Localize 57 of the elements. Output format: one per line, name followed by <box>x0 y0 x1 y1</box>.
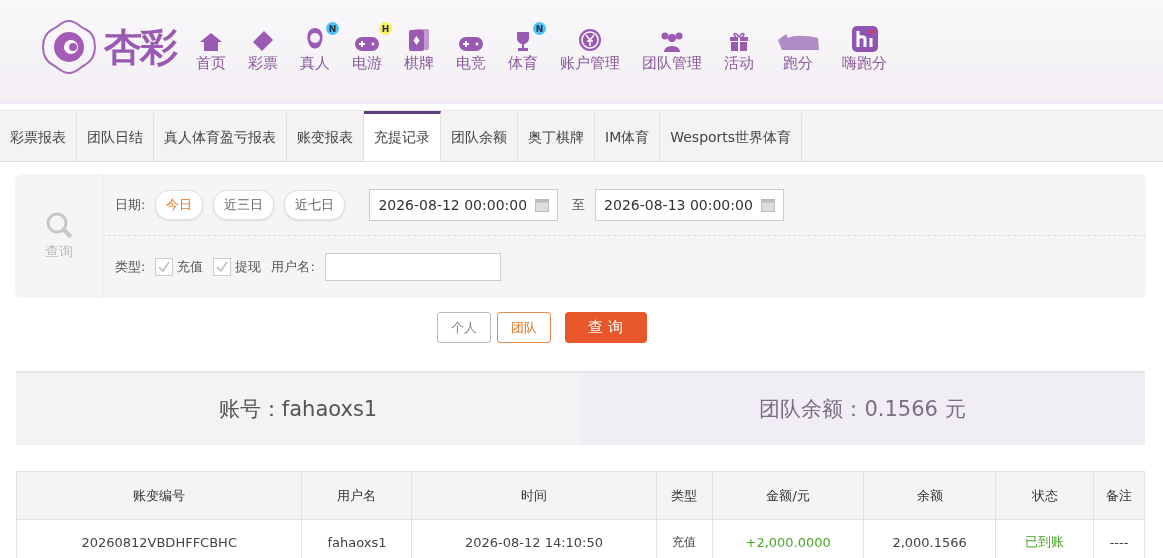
nav-item[interactable]: 跑分 <box>766 26 830 73</box>
nav-badge: H <box>379 22 392 35</box>
column-header: 时间 <box>412 471 656 520</box>
column-header: 账变编号 <box>16 471 302 520</box>
calendar-icon <box>760 197 775 212</box>
team-balance-text: 团队余额：0.1566 元 <box>759 396 966 423</box>
yen-coin-icon <box>578 28 602 52</box>
nav-badge: N <box>533 22 546 35</box>
nav-item[interactable]: 电竞 <box>446 26 496 73</box>
username-label: 用户名: <box>271 257 315 276</box>
report-tab[interactable]: 团队日结 <box>77 111 154 161</box>
checkbox-label: 提现 <box>235 257 262 276</box>
report-tab[interactable]: 充提记录 <box>364 111 441 161</box>
table-cell: 20260812VBDHFFCBHC <box>16 519 302 558</box>
nav-item[interactable]: 嗨跑分 <box>832 26 897 73</box>
group-icon <box>659 30 685 52</box>
column-header: 用户名 <box>301 471 412 520</box>
column-header: 备注 <box>1093 471 1145 520</box>
nav-item[interactable]: 活动 <box>714 26 764 73</box>
date-label: 日期: <box>115 195 146 214</box>
cards-icon <box>408 28 430 52</box>
scope-button[interactable]: 个人 <box>436 312 491 343</box>
hi-app-icon <box>851 26 878 52</box>
username-field[interactable] <box>324 252 501 281</box>
type-label: 类型: <box>115 257 146 276</box>
nav-item[interactable]: 棋牌 <box>394 26 444 73</box>
nav-item[interactable]: 账户管理 <box>550 26 630 73</box>
checkbox[interactable] <box>213 257 232 276</box>
nav-item[interactable]: 彩票 <box>238 26 288 73</box>
column-header: 金额/元 <box>712 471 864 520</box>
report-tab[interactable]: 团队余额 <box>441 111 518 161</box>
checkbox-label: 充值 <box>177 257 204 276</box>
gift-icon <box>728 30 750 52</box>
house-icon <box>199 32 223 52</box>
nav-item[interactable]: 团队管理 <box>632 26 712 73</box>
report-tab[interactable]: 真人体育盈亏报表 <box>154 111 287 161</box>
report-tab[interactable]: IM体育 <box>595 111 661 161</box>
logo-text[interactable]: 杏彩 <box>104 21 176 73</box>
end-date-field[interactable]: 2026-08-13 00:00:00 <box>595 188 784 221</box>
column-header: 余额 <box>863 471 996 520</box>
checkbox[interactable] <box>155 257 174 276</box>
report-tab[interactable]: Wesports世界体育 <box>660 111 803 161</box>
column-header: 类型 <box>656 471 713 520</box>
report-tab[interactable]: 奥丁棋牌 <box>518 111 595 161</box>
calendar-icon <box>535 197 550 212</box>
account-text: 账号：fahaoxs1 <box>218 396 378 423</box>
date-range-button[interactable]: 近三日 <box>213 189 275 220</box>
nav-item[interactable]: 首页 <box>186 26 236 73</box>
report-tab[interactable]: 彩票报表 <box>0 111 77 161</box>
search-icon <box>44 211 73 239</box>
date-range-button[interactable]: 近七日 <box>284 189 346 220</box>
start-date-field[interactable]: 2026-08-12 00:00:00 <box>369 188 559 221</box>
column-header: 状态 <box>995 471 1094 520</box>
query-button[interactable]: 查 询 <box>564 312 647 343</box>
nav-badge: N <box>326 22 339 35</box>
to-label: 至 <box>572 195 586 214</box>
logo-icon <box>40 18 98 76</box>
